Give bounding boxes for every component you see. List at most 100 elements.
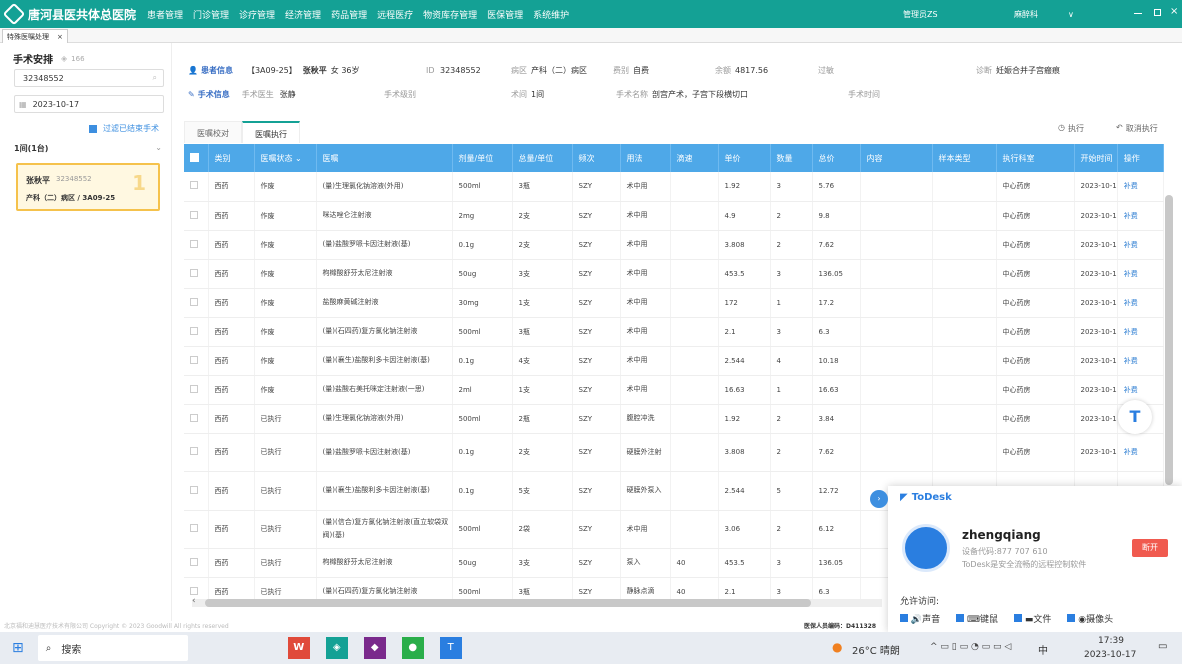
vertical-scrollbar[interactable] xyxy=(1165,195,1173,485)
date-picker[interactable]: ▦ 2023-10-17 xyxy=(14,95,164,113)
table-cell: SZY xyxy=(572,433,621,472)
row-checkbox[interactable] xyxy=(184,510,209,549)
weather[interactable]: 26°C 晴朗 xyxy=(852,642,900,657)
table-cell xyxy=(670,471,719,511)
nav-patient[interactable]: 患者管理 xyxy=(142,8,188,21)
nav-economy[interactable]: 经济管理 xyxy=(280,8,326,21)
room-group-header[interactable]: 1间(1台) ⌄ xyxy=(14,143,162,154)
row-checkbox[interactable] xyxy=(184,317,209,347)
table-cell: 1 xyxy=(770,288,813,318)
horizontal-scrollbar-thumb[interactable] xyxy=(205,599,811,607)
order-tabs: 医嘱校对 医嘱执行 xyxy=(184,121,300,143)
table-row[interactable]: 西药 作废 枸橼酸舒芬太尼注射液 50ug 3支 SZY 术中用 453.5 3 136.05 中心… xyxy=(184,259,1164,289)
disconnect-button[interactable]: 断开 xyxy=(1132,539,1168,557)
close-window-icon[interactable]: × xyxy=(1170,6,1178,17)
table-cell: 1支 xyxy=(512,375,573,405)
table-cell: 3支 xyxy=(512,259,573,289)
table-cell xyxy=(932,259,997,289)
nav-treatment[interactable]: 诊疗管理 xyxy=(234,8,280,21)
app-icon[interactable]: ◈ xyxy=(325,637,348,659)
supplement-fee-button[interactable]: 补费 xyxy=(1117,375,1164,405)
minimize-icon[interactable] xyxy=(1134,13,1142,14)
current-user[interactable]: 管理员ZS xyxy=(903,9,938,20)
purple-app-icon[interactable]: ◆ xyxy=(363,637,386,659)
wps-icon[interactable]: W xyxy=(287,637,310,659)
row-checkbox[interactable] xyxy=(184,433,209,472)
perm-keyboard[interactable]: ⌨键鼠 xyxy=(956,612,998,625)
supplement-fee-button[interactable]: 补费 xyxy=(1117,259,1164,289)
row-checkbox[interactable] xyxy=(184,201,209,231)
table-row[interactable]: 西药 作废 咪达唑仑注射液 2mg 2支 SZY 术中用 4.9 2 9.8 中心药房 2023-10… xyxy=(184,201,1164,231)
table-cell xyxy=(860,201,933,231)
todesk-task-icon[interactable]: T xyxy=(439,637,462,659)
search-icon[interactable]: ⌕ xyxy=(153,73,157,83)
tab-special-orders[interactable]: 特殊医嘱处理 × xyxy=(2,29,68,43)
search-input[interactable]: 32348552 ⌕ xyxy=(14,69,164,87)
cancel-execute-label: 取消执行 xyxy=(1125,124,1158,133)
table-row[interactable]: 西药 作废 (量)盐酸右美托咪定注射液(一思) 2ml 1支 SZY 术中用 16.63 1 16… xyxy=(184,375,1164,405)
collapse-icon[interactable]: › xyxy=(870,490,888,508)
table-cell: 西药 xyxy=(208,471,255,511)
table-row[interactable]: 西药 作废 (量)盐酸罗哌卡因注射液(基) 0.1g 2支 SZY 术中用 3.808 2 7.6… xyxy=(184,230,1164,260)
row-checkbox[interactable] xyxy=(184,404,209,434)
supplement-fee-button[interactable]: 补费 xyxy=(1117,317,1164,347)
supplement-fee-button[interactable]: 补费 xyxy=(1117,230,1164,260)
table-cell: (量)(襄生)盐酸利多卡因注射液(基) xyxy=(316,471,453,511)
execute-button[interactable]: ◷ 执行 xyxy=(1058,123,1084,134)
filter-checkbox[interactable] xyxy=(89,124,97,133)
col-status[interactable]: 医嘱状态 ⌄ xyxy=(254,144,317,172)
nav-system[interactable]: 系统维护 xyxy=(528,8,574,21)
nav-drug[interactable]: 药品管理 xyxy=(326,8,372,21)
clock-date[interactable]: 2023-10-17 xyxy=(1084,650,1136,660)
row-checkbox[interactable] xyxy=(184,346,209,376)
dept-select[interactable]: 麻醉科 ∨ xyxy=(1006,5,1090,23)
scroll-left-icon[interactable]: ‹ xyxy=(192,596,196,606)
table-row[interactable]: 西药 作废 (量)(襄生)盐酸利多卡因注射液(基) 0.1g 4支 SZY 术中用 2.544… xyxy=(184,346,1164,376)
tray-icons[interactable]: ^ ▭ ▯ ▭ ◔ ▭ ▭ ◁ xyxy=(930,642,1011,652)
windows-start-icon[interactable]: ⊞ xyxy=(12,640,24,656)
nav-inventory[interactable]: 物资库存管理 xyxy=(418,8,482,21)
row-checkbox[interactable] xyxy=(184,172,209,202)
table-row[interactable]: 西药 作废 盐酸麻黄碱注射液 30mg 1支 SZY 术中用 172 1 17.2 中心药房 2023… xyxy=(184,288,1164,318)
perm-file[interactable]: ▬文件 xyxy=(1014,612,1051,625)
row-checkbox[interactable] xyxy=(184,471,209,511)
table-row[interactable]: 西药 作废 (量)(石四药)复方氯化钠注射液 500ml 3瓶 SZY 术中用 2.1 3 6.3… xyxy=(184,317,1164,347)
table-cell: 西药 xyxy=(208,288,255,318)
table-cell: 中心药房 xyxy=(996,375,1075,405)
ime-indicator[interactable]: 中 xyxy=(1038,642,1048,657)
supplement-fee-button[interactable]: 补费 xyxy=(1117,346,1164,376)
supplement-fee-button[interactable]: 补费 xyxy=(1117,201,1164,231)
supplement-fee-button[interactable]: 补费 xyxy=(1117,172,1164,202)
table-row[interactable]: 西药 作废 (量)生理氯化钠溶液(外用) 500ml 3瓶 SZY 术中用 1.92 3 5.76… xyxy=(184,172,1164,202)
taskbar-search[interactable]: ⌕ 搜索 xyxy=(37,635,188,661)
row-checkbox[interactable] xyxy=(184,288,209,318)
nav-remote[interactable]: 远程医疗 xyxy=(372,8,418,21)
row-checkbox[interactable] xyxy=(184,259,209,289)
supplement-fee-button[interactable]: 补费 xyxy=(1117,288,1164,318)
close-tab-icon[interactable]: × xyxy=(57,33,63,41)
notification-icon[interactable]: ▭ xyxy=(1158,641,1167,652)
cancel-execute-button[interactable]: ↶ 取消执行 xyxy=(1116,123,1158,134)
table-row[interactable]: 西药 已执行 (量)盐酸罗哌卡因注射液(基) 0.1g 2支 SZY 硬膜外注射 3.808 2… xyxy=(184,433,1164,472)
perm-camera[interactable]: ◉摄像头 xyxy=(1067,612,1113,625)
nav-outpatient[interactable]: 门诊管理 xyxy=(188,8,234,21)
todesk-floating-icon[interactable]: T xyxy=(1118,400,1152,434)
table-cell xyxy=(670,201,719,231)
nav-insurance[interactable]: 医保管理 xyxy=(482,8,528,21)
tab-order-execute[interactable]: 医嘱执行 xyxy=(242,121,300,143)
table-cell: (量)生理氯化钠溶液(外用) xyxy=(316,172,453,202)
table-row[interactable]: 西药 已执行 (量)生理氯化钠溶液(外用) 500ml 2瓶 SZY 腹腔冲洗 1.92 2 3.… xyxy=(184,404,1164,434)
row-checkbox[interactable] xyxy=(184,548,209,578)
table-cell: 作废 xyxy=(254,230,317,260)
row-checkbox[interactable] xyxy=(184,577,209,599)
row-checkbox[interactable] xyxy=(184,375,209,405)
row-checkbox[interactable] xyxy=(184,230,209,260)
tab-order-check[interactable]: 医嘱校对 xyxy=(184,121,242,143)
patient-card[interactable]: 张秋平 32348552 产科（二）病区 / 3A09-25 1 xyxy=(16,163,160,211)
supplement-fee-button[interactable]: 补费 xyxy=(1117,433,1164,472)
wechat-icon[interactable]: ● xyxy=(401,637,424,659)
maximize-icon[interactable] xyxy=(1154,9,1161,16)
select-all-checkbox[interactable] xyxy=(184,144,209,172)
perm-sound[interactable]: 🔊声音 xyxy=(900,612,940,625)
clock-time[interactable]: 17:39 xyxy=(1098,636,1124,646)
